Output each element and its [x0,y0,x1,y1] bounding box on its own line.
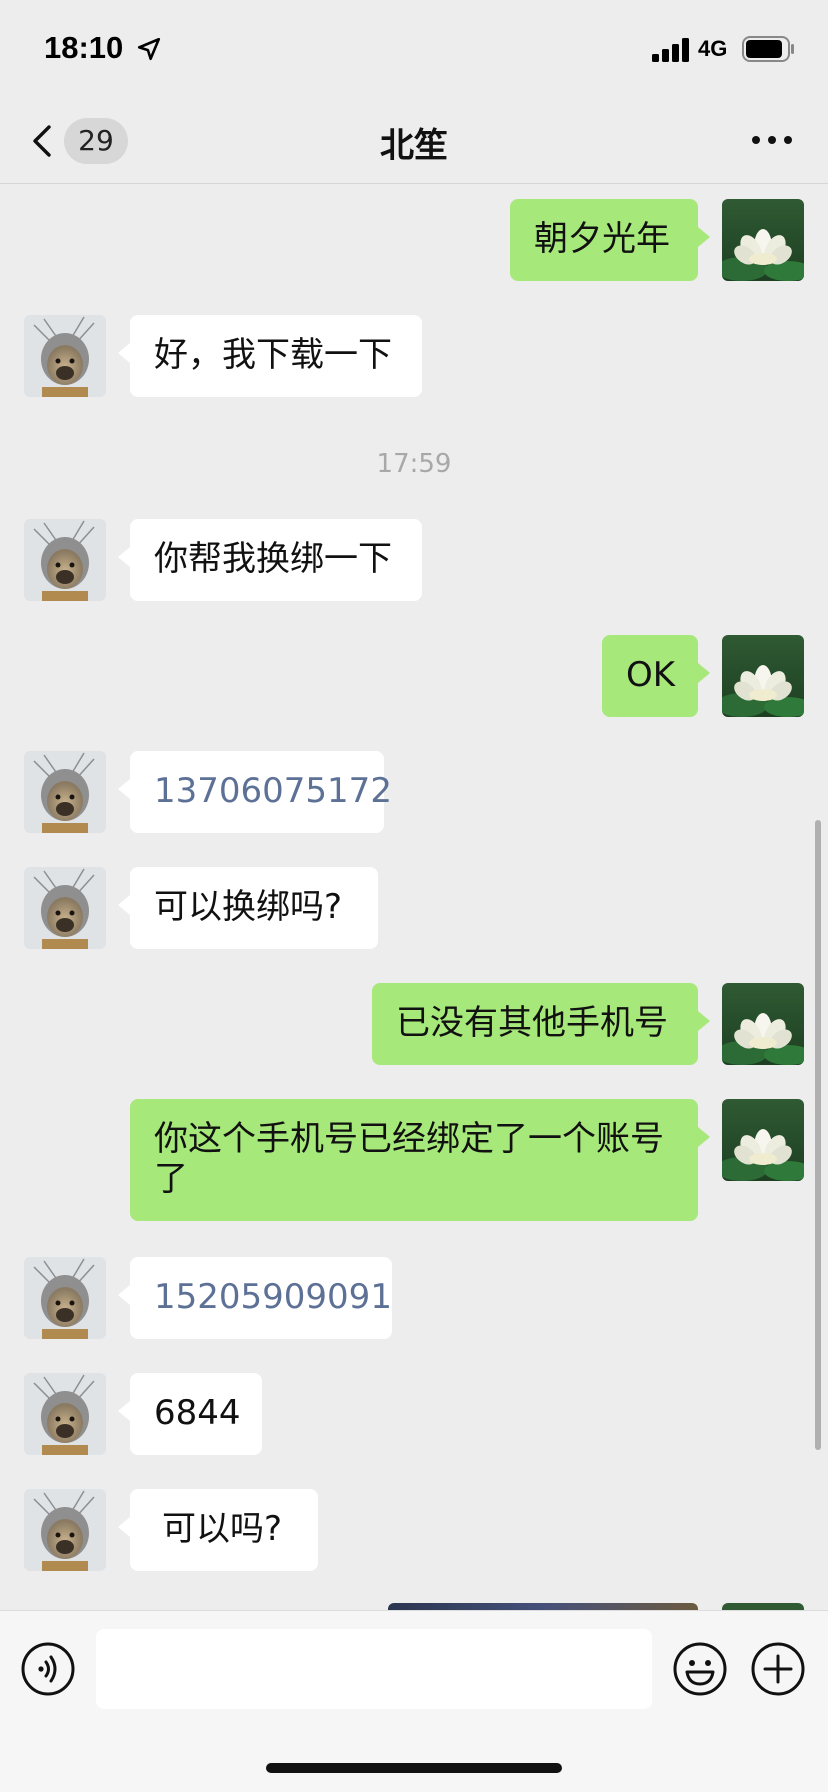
self-avatar[interactable] [722,1099,804,1181]
message-incoming: 可以换绑吗? [0,867,828,949]
chat-header: 29 北笙 [0,100,828,184]
message-incoming: 你帮我换绑一下 [0,519,828,601]
contact-avatar[interactable] [24,1373,106,1455]
chat-title: 北笙 [380,126,448,166]
message-incoming: 可以吗? [0,1489,828,1571]
signal-icon [652,38,689,62]
message-text: 已没有其他手机号 [396,1003,668,1043]
message-bubble[interactable]: 15205909091 [118,1257,392,1339]
message-outgoing: 你这个手机号已经绑定了一个账号了 [0,1099,828,1221]
home-indicator[interactable] [266,1763,562,1773]
message-incoming: 15205909091 [0,1257,828,1339]
message-incoming: 6844 [0,1373,828,1455]
contact-avatar[interactable] [24,315,106,397]
message-incoming: 13706075172 [0,751,828,833]
phone-number-link[interactable]: 15205909091 [154,1277,392,1317]
message-text: 好，我下载一下 [154,335,392,375]
message-text: 6844 [154,1393,241,1433]
message-outgoing: 朝夕光年 [0,199,828,281]
contact-avatar[interactable] [24,867,106,949]
voice-input-icon[interactable] [20,1641,76,1697]
self-avatar[interactable] [722,635,804,717]
back-button[interactable]: 29 [24,110,134,172]
message-text: 你这个手机号已经绑定了一个账号了 [154,1119,664,1199]
contact-avatar[interactable] [24,1257,106,1339]
self-avatar[interactable] [722,983,804,1065]
message-bubble[interactable]: 已没有其他手机号 [372,983,710,1065]
message-text: 可以换绑吗? [154,887,343,927]
message-bubble[interactable]: 可以吗? [118,1489,318,1571]
message-text: OK [626,655,676,695]
chevron-left-icon [33,125,51,157]
message-bubble[interactable]: 可以换绑吗? [118,867,378,949]
image-message-thumbnail[interactable] [388,1603,698,1610]
phone-number-link[interactable]: 13706075172 [154,771,392,811]
message-input[interactable] [96,1629,652,1709]
contact-avatar[interactable] [24,1489,106,1571]
network-type: 4G [698,36,728,61]
message-bubble[interactable]: 你帮我换绑一下 [118,519,422,601]
plus-icon[interactable] [750,1641,806,1697]
message-outgoing-partial [0,1603,828,1610]
message-input-bar [0,1610,828,1792]
scrollbar[interactable] [815,820,821,1450]
message-outgoing: 已没有其他手机号 [0,983,828,1065]
message-bubble[interactable]: 13706075172 [118,751,392,833]
contact-avatar[interactable] [24,751,106,833]
emoji-icon[interactable] [672,1641,728,1697]
self-avatar[interactable] [722,199,804,281]
self-avatar[interactable] [722,1603,804,1610]
more-options-icon[interactable] [748,120,796,160]
message-bubble[interactable]: 6844 [118,1373,262,1455]
message-outgoing: OK [0,635,828,717]
message-text: 可以吗? [162,1509,283,1549]
message-text: 朝夕光年 [534,219,670,259]
message-list[interactable]: 朝夕光年 好，我下载一下 17:59 你帮我换绑一下 OK 1370607517… [0,185,828,1610]
message-timestamp: 17:59 [376,449,452,479]
message-bubble[interactable]: 好，我下载一下 [118,315,422,397]
message-text: 你帮我换绑一下 [154,539,392,579]
message-bubble[interactable]: 朝夕光年 [510,199,710,281]
contact-avatar[interactable] [24,519,106,601]
message-bubble[interactable]: 你这个手机号已经绑定了一个账号了 [130,1099,710,1221]
unread-count-badge: 29 [64,118,128,164]
status-time: 18:10 [44,30,124,65]
location-arrow-icon [137,37,161,61]
message-bubble[interactable]: OK [602,635,710,717]
battery-icon [742,36,794,62]
message-incoming: 好，我下载一下 [0,315,828,397]
status-bar: 18:10 4G [0,0,828,100]
